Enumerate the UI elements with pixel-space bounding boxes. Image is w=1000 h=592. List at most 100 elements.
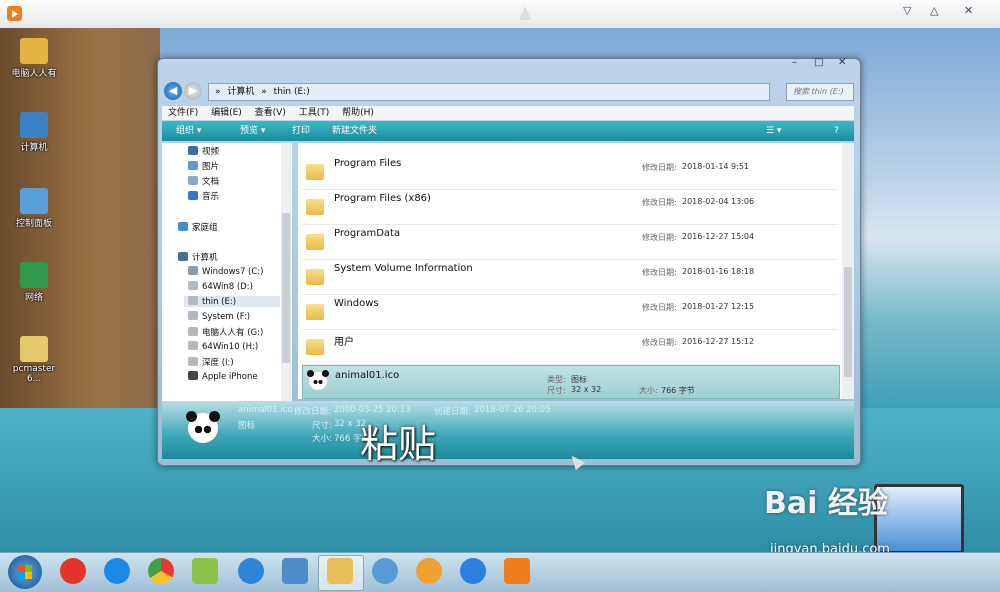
taskbar-chrome-icon[interactable] bbox=[148, 558, 174, 584]
details-pane: animal01.ico 图标 修改日期: 2000-03-25 20:13 创… bbox=[162, 401, 854, 459]
back-button[interactable]: ◀ bbox=[164, 82, 182, 100]
address-bar[interactable]: » 计算机 » thin (E:) bbox=[208, 83, 770, 101]
file-list-scrollbar[interactable] bbox=[842, 143, 854, 399]
menu-edit[interactable]: 编辑(E) bbox=[211, 108, 242, 118]
taskbar-monitor-icon[interactable] bbox=[282, 558, 308, 584]
menu-file[interactable]: 文件(F) bbox=[168, 108, 198, 118]
date-label: 修改日期: bbox=[642, 233, 677, 242]
address-separator: » bbox=[261, 87, 267, 97]
nav-item-drive-g[interactable]: 电脑人人有 (G:) bbox=[188, 326, 263, 338]
nav-scroll-thumb[interactable] bbox=[282, 213, 290, 363]
player-menu-down-button[interactable]: ▽ bbox=[903, 4, 911, 17]
date-value: 2018-02-04 13:06 bbox=[682, 197, 755, 206]
nav-item-drive-c[interactable]: Windows7 (C:) bbox=[188, 266, 263, 277]
file-row-programdata[interactable]: ProgramData 修改日期: 2016-12-27 15:04 bbox=[302, 225, 838, 260]
nav-label: 文档 bbox=[202, 177, 220, 187]
nav-label: 深度 (I:) bbox=[202, 358, 234, 368]
file-row-animal01[interactable]: animal01.ico 类型: 图标 尺寸: 32 x 32 大小: 766 … bbox=[302, 365, 840, 399]
menu-help[interactable]: 帮助(H) bbox=[342, 108, 374, 118]
file-name: Program Files (x86) bbox=[334, 193, 431, 204]
menu-tools[interactable]: 工具(T) bbox=[299, 108, 330, 118]
nav-label: Windows7 (C:) bbox=[202, 267, 264, 277]
details-size-label: 大小: bbox=[312, 434, 332, 444]
details-file-name: animal01.ico bbox=[238, 405, 293, 415]
new-folder-button[interactable]: 新建文件夹 bbox=[332, 121, 377, 141]
start-button[interactable] bbox=[8, 555, 42, 589]
menu-view[interactable]: 查看(V) bbox=[255, 108, 286, 118]
minimize-button[interactable]: – bbox=[792, 57, 797, 68]
taskbar-dots-app-icon[interactable] bbox=[460, 558, 486, 584]
folder-icon bbox=[306, 234, 324, 250]
nav-item-drive-e[interactable]: thin (E:) bbox=[184, 296, 280, 307]
network-icon bbox=[20, 262, 48, 288]
taskbar bbox=[0, 552, 1000, 592]
drive-icon bbox=[188, 357, 198, 366]
nav-item-pictures[interactable]: 图片 bbox=[188, 160, 219, 172]
navigation-row: ◀ ▶ » 计算机 » thin (E:) 搜索 thin (E:) bbox=[164, 81, 854, 103]
player-menu-up-button[interactable]: △ bbox=[930, 4, 938, 17]
taskbar-ie-icon[interactable] bbox=[104, 558, 130, 584]
taskbar-player-icon[interactable] bbox=[504, 558, 530, 584]
taskbar-fan-icon[interactable] bbox=[372, 558, 398, 584]
desktop-icon-network[interactable]: 网络 bbox=[6, 262, 62, 303]
drive-icon bbox=[188, 281, 198, 290]
size-value: 766 字节 bbox=[661, 386, 695, 395]
taskbar-paint-icon[interactable] bbox=[416, 558, 442, 584]
folder-icon bbox=[306, 199, 324, 215]
file-scroll-thumb[interactable] bbox=[844, 267, 852, 377]
nav-item-documents[interactable]: 文档 bbox=[188, 175, 219, 187]
taskbar-circle-app-icon[interactable] bbox=[238, 558, 264, 584]
taskbar-folder-icon[interactable] bbox=[192, 558, 218, 584]
breadcrumb-thin-e[interactable]: thin (E:) bbox=[274, 87, 310, 97]
desktop-icon-control-panel[interactable]: 控制面板 bbox=[6, 188, 62, 229]
view-options-button[interactable]: ☰ ▾ bbox=[766, 121, 781, 141]
desktop-icon-computer[interactable]: 计算机 bbox=[6, 112, 62, 153]
nav-label: 电脑人人有 (G:) bbox=[202, 328, 264, 338]
taskbar-app-red-icon[interactable] bbox=[60, 558, 86, 584]
preview-button[interactable]: 预览 ▾ bbox=[240, 121, 265, 141]
desktop-icon-pcmaster[interactable]: pcmaster 6... bbox=[6, 336, 62, 384]
folder-icon bbox=[306, 164, 324, 180]
maximize-button[interactable]: □ bbox=[814, 57, 823, 68]
nav-item-music[interactable]: 音乐 bbox=[188, 190, 219, 202]
player-app-icon[interactable] bbox=[7, 6, 22, 21]
player-close-button[interactable]: ✕ bbox=[964, 4, 973, 17]
type-label: 类型: bbox=[547, 375, 566, 384]
nav-item-drive-d[interactable]: 64Win8 (D:) bbox=[188, 281, 253, 292]
forward-button[interactable]: ▶ bbox=[184, 82, 202, 100]
file-row-system-volume-information[interactable]: System Volume Information 修改日期: 2018-01-… bbox=[302, 260, 838, 295]
file-row-windows[interactable]: Windows 修改日期: 2018-01-27 12:15 bbox=[302, 295, 838, 330]
baidu-watermark: Bai 经验 bbox=[764, 486, 888, 521]
nav-item-iphone[interactable]: Apple iPhone bbox=[188, 371, 258, 382]
nav-item-computer[interactable]: 计算机 bbox=[178, 251, 218, 263]
file-name: System Volume Information bbox=[334, 263, 473, 274]
close-button[interactable]: ✕ bbox=[838, 57, 846, 68]
date-label: 修改日期: bbox=[642, 163, 677, 172]
folder-icon bbox=[20, 336, 48, 362]
file-name: ProgramData bbox=[334, 228, 401, 239]
file-row-program-files[interactable]: Program Files 修改日期: 2018-01-14 9:51 bbox=[302, 155, 838, 190]
print-button[interactable]: 打印 bbox=[292, 121, 310, 141]
desktop-icon-diannao[interactable]: 电脑人人有 bbox=[6, 38, 62, 79]
nav-label: 64Win10 (H:) bbox=[202, 342, 259, 352]
phone-icon bbox=[188, 371, 198, 380]
date-label: 修改日期: bbox=[642, 198, 677, 207]
nav-item-drive-h[interactable]: 64Win10 (H:) bbox=[188, 341, 258, 352]
file-name: Windows bbox=[334, 298, 379, 309]
date-value: 2018-01-14 9:51 bbox=[682, 162, 749, 171]
nav-item-videos[interactable]: 视频 bbox=[188, 145, 219, 157]
nav-label: 64Win8 (D:) bbox=[202, 282, 253, 292]
file-name: 用户 bbox=[334, 337, 354, 348]
nav-item-homegroup[interactable]: 家庭组 bbox=[178, 221, 218, 233]
homegroup-icon bbox=[178, 222, 188, 231]
nav-scrollbar[interactable] bbox=[281, 143, 291, 401]
nav-item-drive-i[interactable]: 深度 (I:) bbox=[188, 356, 234, 368]
help-button[interactable]: ? bbox=[834, 121, 839, 141]
search-input[interactable]: 搜索 thin (E:) bbox=[786, 83, 854, 101]
taskbar-explorer-icon[interactable] bbox=[327, 558, 353, 584]
nav-item-drive-f[interactable]: System (F:) bbox=[188, 311, 250, 322]
file-row-program-files-x86[interactable]: Program Files (x86) 修改日期: 2018-02-04 13:… bbox=[302, 190, 838, 225]
file-row-users[interactable]: 用户 修改日期: 2016-12-27 15:12 bbox=[302, 330, 838, 365]
organize-button[interactable]: 组织 ▾ bbox=[176, 121, 201, 141]
breadcrumb-computer[interactable]: 计算机 bbox=[227, 87, 254, 97]
